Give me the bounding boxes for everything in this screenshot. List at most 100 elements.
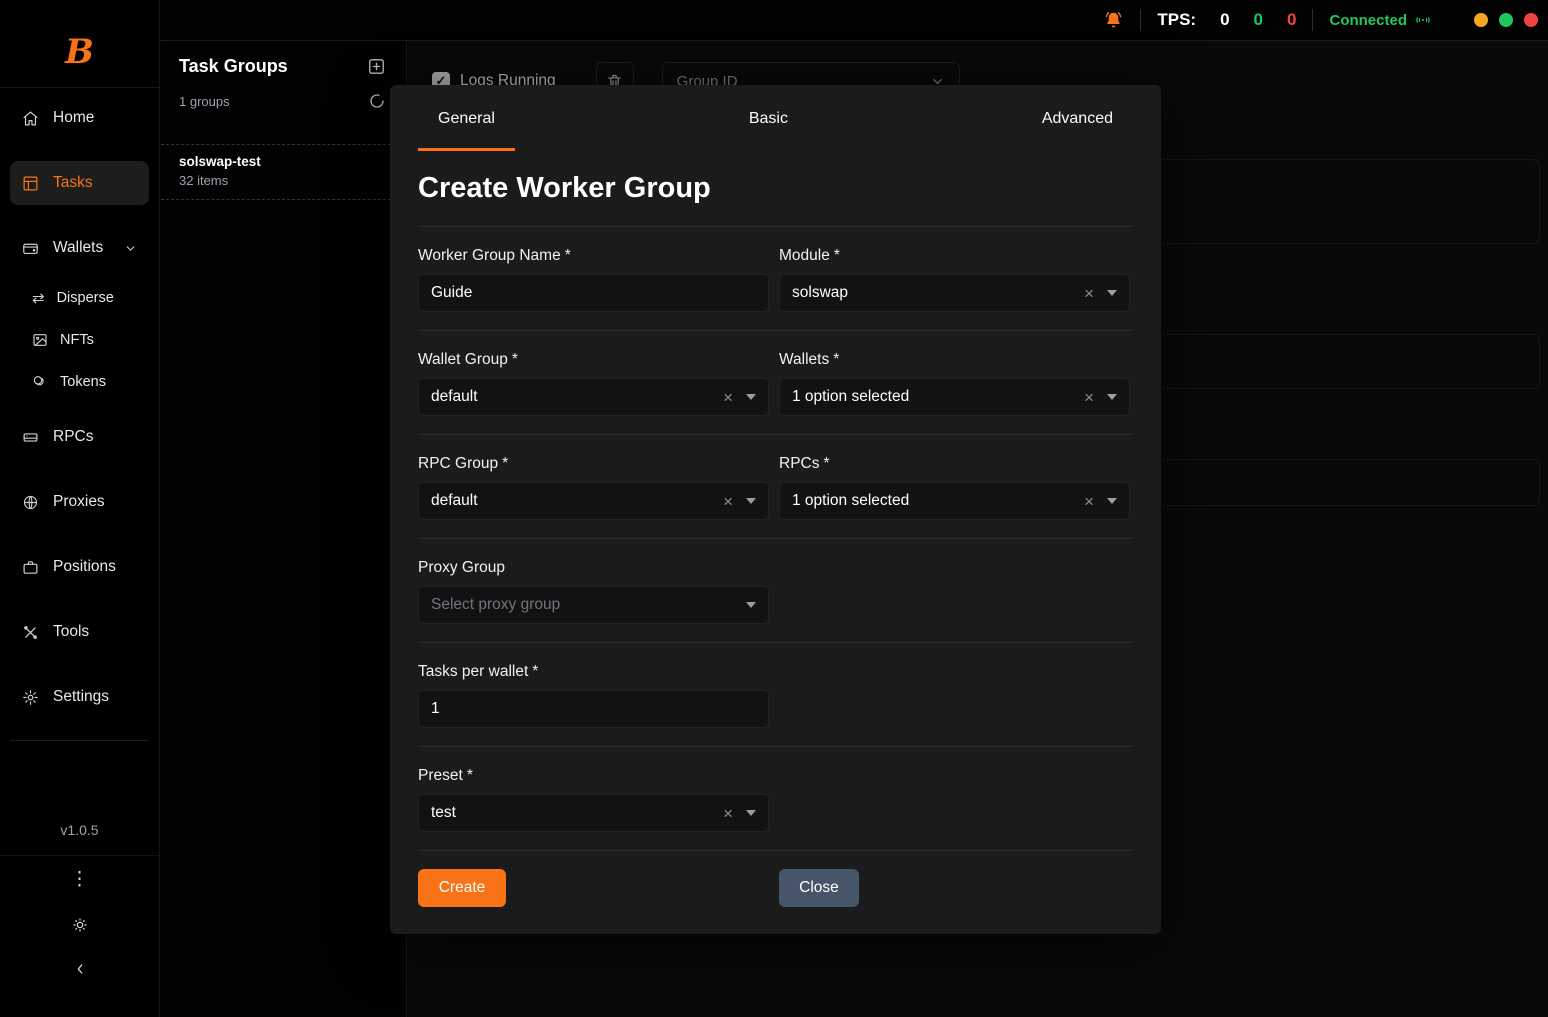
close-button[interactable]: Close <box>779 869 859 907</box>
wallet-icon <box>22 240 39 257</box>
sidebar-item-label: Tokens <box>60 374 106 390</box>
collapse-sidebar-icon[interactable] <box>72 961 88 977</box>
disperse-icon: ⇄ <box>32 291 45 306</box>
field-label: Worker Group Name* <box>418 247 769 265</box>
status-dot-error <box>1524 13 1538 27</box>
more-options-icon[interactable]: ⋮ <box>70 870 89 889</box>
field-worker-group-name: Worker Group Name* <box>418 227 769 312</box>
chevron-down-icon[interactable] <box>746 498 756 504</box>
nft-image-icon <box>32 332 48 348</box>
field-rpcs: RPCs* 1 option selected × <box>779 435 1130 520</box>
task-groups-title: Task Groups <box>179 56 288 77</box>
task-groups-panel: Task Groups 1 groups solswap-test 32 ite… <box>161 41 407 1017</box>
create-button[interactable]: Create <box>418 869 506 907</box>
rpcs-select[interactable]: 1 option selected × <box>779 482 1130 520</box>
worker-group-name-input[interactable] <box>418 274 769 312</box>
tab-general[interactable]: General <box>418 85 515 151</box>
clear-icon[interactable]: × <box>723 493 733 510</box>
modal-title: Create Worker Group <box>418 172 1133 205</box>
field-label: Wallet Group* <box>418 351 769 369</box>
clear-icon[interactable]: × <box>1084 285 1094 302</box>
app-version: v1.0.5 <box>0 822 159 838</box>
select-value: 1 option selected <box>792 388 1084 406</box>
connection-status-label: Connected <box>1329 12 1407 29</box>
sidebar-item-rpcs[interactable]: RPCs <box>10 415 149 459</box>
chevron-down-icon[interactable] <box>1107 394 1117 400</box>
chevron-down-icon[interactable] <box>746 602 756 608</box>
briefcase-icon <box>22 559 39 576</box>
select-value: test <box>431 804 723 822</box>
tps-success: 0 <box>1254 10 1263 30</box>
server-icon <box>22 429 39 446</box>
create-worker-group-modal: General Basic Advanced Create Worker Gro… <box>390 85 1161 934</box>
wallets-select[interactable]: 1 option selected × <box>779 378 1130 416</box>
sidebar-item-label: Disperse <box>57 290 114 306</box>
signal-icon <box>1414 11 1432 29</box>
clear-icon[interactable]: × <box>1084 389 1094 406</box>
module-select[interactable]: solswap × <box>779 274 1130 312</box>
sidebar-item-label: Positions <box>53 558 116 576</box>
rpc-group-select[interactable]: default × <box>418 482 769 520</box>
sidebar-item-label: RPCs <box>53 428 93 446</box>
task-group-list-item[interactable]: solswap-test 32 items <box>161 144 406 200</box>
sidebar-item-settings[interactable]: Settings <box>10 675 149 719</box>
tps-fail: 0 <box>1287 10 1296 30</box>
app-window: TPS: 0 0 0 Connected B <box>0 0 1548 1017</box>
sidebar-item-label: Proxies <box>53 493 105 511</box>
wallet-group-select[interactable]: default × <box>418 378 769 416</box>
chevron-down-icon[interactable] <box>1107 498 1117 504</box>
field-preset: Preset* test × <box>418 747 769 832</box>
status-dot-success <box>1499 13 1513 27</box>
clear-icon[interactable]: × <box>723 805 733 822</box>
refresh-icon[interactable] <box>366 90 388 112</box>
sidebar-item-label: NFTs <box>60 332 94 348</box>
tasks-icon <box>22 175 39 192</box>
tab-advanced[interactable]: Advanced <box>1022 85 1133 151</box>
chevron-down-icon[interactable] <box>746 394 756 400</box>
field-proxy-group: Proxy Group Select proxy group <box>418 539 769 624</box>
field-label: RPC Group* <box>418 455 769 473</box>
select-value: solswap <box>792 284 1084 302</box>
field-module: Module* solswap × <box>779 227 1130 312</box>
field-label: Proxy Group <box>418 559 769 577</box>
field-rpc-group: RPC Group* default × <box>418 435 769 520</box>
app-logo[interactable]: B <box>0 0 159 88</box>
sidebar-item-label: Tasks <box>53 174 93 192</box>
topbar-divider <box>1140 9 1141 31</box>
sidebar-item-tasks[interactable]: Tasks <box>10 161 149 205</box>
proxy-group-select[interactable]: Select proxy group <box>418 586 769 624</box>
sidebar-item-tokens[interactable]: Tokens <box>10 365 149 399</box>
theme-sun-icon[interactable] <box>71 916 89 934</box>
chevron-down-icon[interactable] <box>746 810 756 816</box>
gear-icon <box>22 689 39 706</box>
sidebar-item-disperse[interactable]: ⇄ Disperse <box>10 281 149 315</box>
field-label: Preset* <box>418 767 769 785</box>
task-group-name: solswap-test <box>179 154 388 169</box>
sidebar: B Home Tasks Wallets <box>0 0 160 1017</box>
topbar: TPS: 0 0 0 Connected <box>160 0 1548 41</box>
task-group-item-count: 32 items <box>179 173 388 188</box>
field-wallets: Wallets* 1 option selected × <box>779 331 1130 416</box>
sidebar-item-label: Tools <box>53 623 89 641</box>
clear-icon[interactable]: × <box>1084 493 1094 510</box>
sidebar-item-tools[interactable]: Tools <box>10 610 149 654</box>
chevron-down-icon[interactable] <box>1107 290 1117 296</box>
sidebar-item-positions[interactable]: Positions <box>10 545 149 589</box>
sidebar-item-home[interactable]: Home <box>10 96 149 140</box>
topbar-divider <box>1312 9 1313 31</box>
clear-icon[interactable]: × <box>723 389 733 406</box>
divider <box>418 850 1133 851</box>
add-task-group-button[interactable] <box>365 55 388 78</box>
home-icon <box>22 110 39 127</box>
globe-icon <box>22 494 39 511</box>
wallets-submenu: ⇄ Disperse NFTs Tokens <box>10 281 149 399</box>
sidebar-item-wallets[interactable]: Wallets <box>10 226 149 270</box>
preset-select[interactable]: test × <box>418 794 769 832</box>
sidebar-item-nfts[interactable]: NFTs <box>10 323 149 357</box>
tools-icon <box>22 624 39 641</box>
sidebar-item-label: Settings <box>53 688 109 706</box>
notification-bell-icon[interactable] <box>1103 10 1124 31</box>
tasks-per-wallet-input[interactable] <box>418 690 769 728</box>
tab-basic[interactable]: Basic <box>729 85 808 151</box>
sidebar-item-proxies[interactable]: Proxies <box>10 480 149 524</box>
